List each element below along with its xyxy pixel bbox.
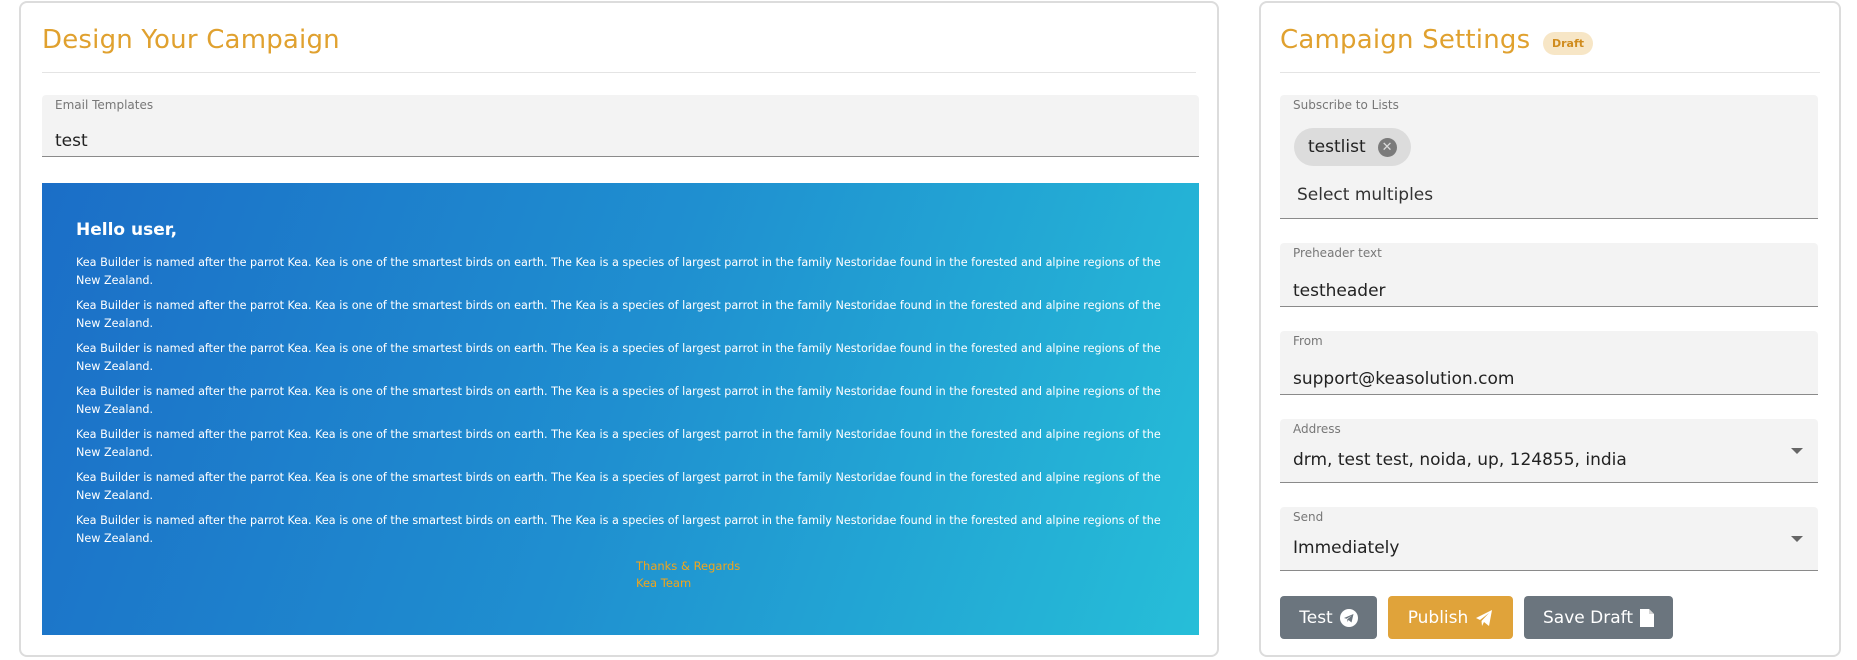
preheader-value[interactable]: testheader (1293, 281, 1386, 301)
campaign-settings-title: Campaign Settings (1280, 25, 1531, 55)
list-chip-label: testlist (1308, 137, 1366, 157)
test-button-label: Test (1299, 607, 1333, 628)
preview-signature-line: Kea Team (636, 576, 692, 590)
title-divider (42, 72, 1196, 73)
preview-paragraph-line: Kea Builder is named after the parrot Ke… (76, 299, 1161, 312)
preview-paragraph-line: New Zealand. (76, 273, 154, 287)
send-label: Send (1293, 510, 1324, 524)
preview-paragraph: Kea Builder is named after the parrot Ke… (76, 426, 1199, 461)
preview-paragraph-line: Kea Builder is named after the parrot Ke… (76, 342, 1161, 355)
email-preview: Hello user, Kea Builder is named after t… (42, 183, 1199, 635)
preview-paragraph: Kea Builder is named after the parrot Ke… (76, 512, 1199, 547)
preview-paragraph-line: New Zealand. (76, 445, 154, 459)
preheader-label: Preheader text (1293, 246, 1382, 260)
preview-paragraph: Kea Builder is named after the parrot Ke… (76, 383, 1199, 418)
preview-paragraph-line: New Zealand. (76, 316, 154, 330)
design-campaign-title: Design Your Campaign (42, 25, 340, 55)
save-draft-button-label: Save Draft (1543, 607, 1633, 628)
send-value[interactable]: Immediately (1293, 538, 1399, 558)
subscribe-lists-field[interactable]: Subscribe to Lists testlist ✕ Select mul… (1280, 95, 1818, 219)
send-select[interactable]: Send Immediately (1280, 507, 1818, 571)
publish-button[interactable]: Publish (1388, 596, 1513, 639)
subscribe-lists-label: Subscribe to Lists (1293, 98, 1399, 112)
list-chip[interactable]: testlist ✕ (1294, 128, 1411, 166)
preheader-field[interactable]: Preheader text testheader (1280, 243, 1818, 307)
campaign-settings-card: Campaign Settings Draft Subscribe to Lis… (1259, 1, 1841, 657)
status-badge: Draft (1543, 32, 1594, 55)
telegram-icon (1339, 608, 1358, 627)
preview-signature-line: Thanks & Regards (636, 559, 741, 573)
preview-paragraph: Kea Builder is named after the parrot Ke… (76, 469, 1199, 504)
preview-paragraph-line: Kea Builder is named after the parrot Ke… (76, 514, 1161, 527)
preview-paragraph: Kea Builder is named after the parrot Ke… (76, 254, 1199, 289)
from-value[interactable]: support@keasolution.com (1293, 369, 1514, 389)
preview-body: Kea Builder is named after the parrot Ke… (76, 254, 1199, 555)
test-button[interactable]: Test (1280, 596, 1377, 639)
preview-paragraph-line: New Zealand. (76, 531, 154, 545)
select-multiples-input[interactable]: Select multiples (1297, 185, 1433, 205)
preview-paragraph: Kea Builder is named after the parrot Ke… (76, 297, 1199, 332)
preview-signature: Thanks & Regards Kea Team (636, 558, 740, 592)
address-select[interactable]: Address drm, test test, noida, up, 12485… (1280, 419, 1818, 483)
preview-paragraph-line: Kea Builder is named after the parrot Ke… (76, 256, 1161, 269)
preview-greeting: Hello user, (76, 220, 178, 240)
preview-paragraph-line: New Zealand. (76, 488, 154, 502)
preview-paragraph-line: Kea Builder is named after the parrot Ke… (76, 385, 1161, 398)
preview-paragraph: Kea Builder is named after the parrot Ke… (76, 340, 1199, 375)
preview-paragraph-line: Kea Builder is named after the parrot Ke… (76, 471, 1161, 484)
from-field[interactable]: From support@keasolution.com (1280, 331, 1818, 395)
email-template-field[interactable]: Email Templates test (42, 95, 1199, 157)
caret-down-icon[interactable] (1791, 536, 1803, 542)
save-draft-button[interactable]: Save Draft (1524, 596, 1673, 639)
email-template-value[interactable]: test (55, 131, 88, 151)
design-campaign-card: Design Your Campaign Email Templates tes… (19, 1, 1219, 657)
address-value[interactable]: drm, test test, noida, up, 124855, india (1293, 450, 1627, 470)
preview-paragraph-line: New Zealand. (76, 359, 154, 373)
email-template-label: Email Templates (55, 98, 154, 112)
preview-paragraph-line: Kea Builder is named after the parrot Ke… (76, 428, 1161, 441)
address-label: Address (1293, 422, 1341, 436)
file-icon (1639, 608, 1654, 627)
caret-down-icon[interactable] (1791, 448, 1803, 454)
from-label: From (1293, 334, 1323, 348)
publish-button-label: Publish (1407, 607, 1469, 628)
paper-plane-icon (1475, 609, 1493, 627)
title-divider (1280, 72, 1820, 73)
preview-paragraph-line: New Zealand. (76, 402, 154, 416)
close-circle-icon[interactable]: ✕ (1377, 137, 1397, 157)
